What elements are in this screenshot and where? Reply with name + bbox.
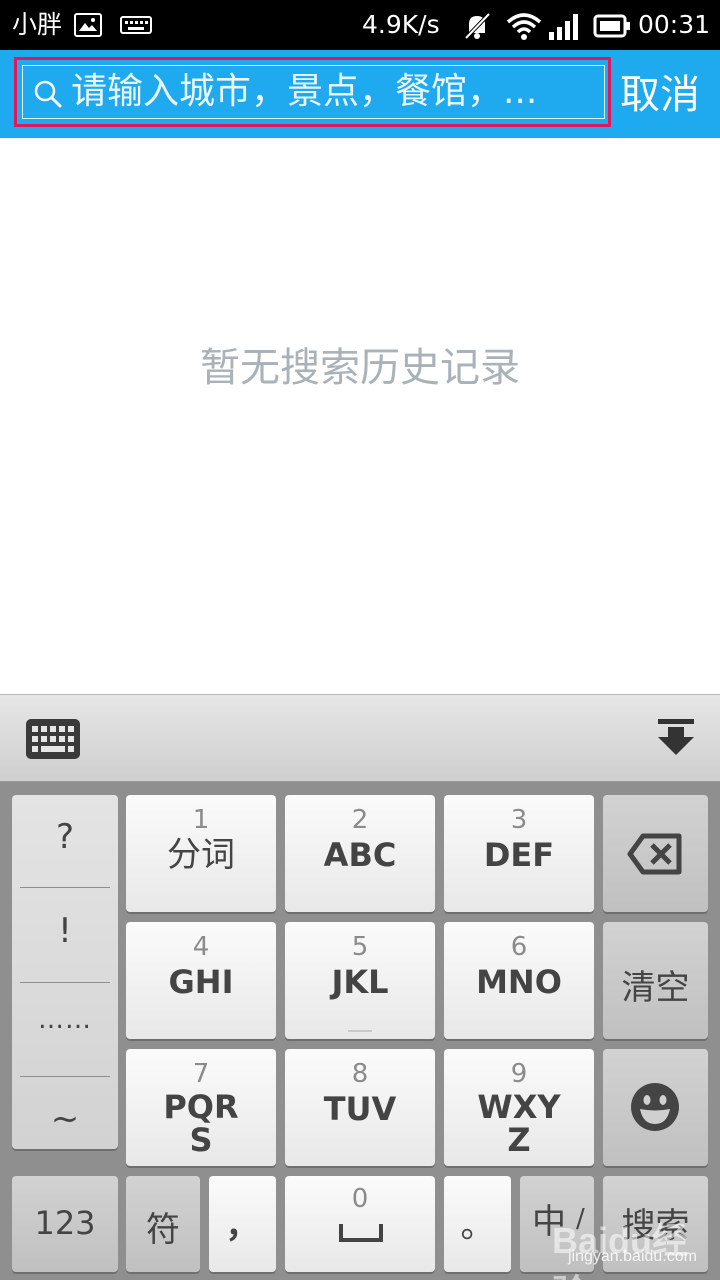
smiley-icon: [631, 1083, 679, 1131]
signal-icon: [549, 14, 578, 40]
battery-icon: [593, 14, 630, 38]
space-key[interactable]: 0: [285, 1176, 435, 1272]
key-number: 5: [351, 932, 369, 962]
backspace-icon: [627, 833, 682, 875]
punct-divider: [20, 1076, 110, 1077]
key-9-wxyz[interactable]: 9 WXY Z: [444, 1049, 594, 1166]
punct-ellipsis-key[interactable]: ……: [12, 1005, 118, 1035]
network-speed: 4.9K/s: [362, 10, 440, 39]
key-label: TUV: [323, 1090, 397, 1128]
key-label: 分词: [167, 835, 235, 875]
comma-key[interactable]: ，: [209, 1176, 276, 1272]
key-3-def[interactable]: 3 DEF: [444, 795, 594, 912]
emoji-key[interactable]: [603, 1049, 708, 1166]
image-icon: [74, 13, 102, 37]
key-label: JKL: [331, 963, 389, 1001]
search-header: 取消: [0, 50, 720, 138]
clear-key[interactable]: 清空: [603, 922, 708, 1039]
backspace-key[interactable]: [603, 795, 708, 912]
keyboard-icon: [120, 16, 152, 34]
key-2-abc[interactable]: 2 ABC: [285, 795, 435, 912]
punct-exclaim-key[interactable]: !: [12, 911, 118, 951]
key-label: GHI: [168, 963, 234, 1001]
search-highlight-frame: [14, 57, 611, 127]
key-number: 1: [192, 805, 210, 835]
search-input[interactable]: [71, 66, 597, 118]
punctuation-column: ? ! …… ~: [12, 795, 118, 1149]
key-label: WXY Z: [477, 1088, 561, 1159]
punct-divider: [20, 982, 110, 983]
key-4-ghi[interactable]: 4 GHI: [126, 922, 276, 1039]
key-number: 9: [510, 1059, 528, 1089]
numeric-mode-label: 123: [34, 1204, 96, 1242]
keyboard: ? ! …… ~ 1 分词 2 ABC 3 DEF 4 GHI 5 JKL 6: [0, 782, 720, 1280]
numeric-mode-key[interactable]: 123: [12, 1176, 118, 1272]
period-key[interactable]: 。: [444, 1176, 511, 1272]
key-number: 4: [192, 932, 210, 962]
key-number: 8: [351, 1059, 369, 1089]
key-7-pqrs[interactable]: 7 PQR S: [126, 1049, 276, 1166]
watermark-logo: Baidu经验: [552, 1220, 689, 1280]
key-6-mno[interactable]: 6 MNO: [444, 922, 594, 1039]
keyboard-switch-icon[interactable]: [26, 719, 80, 759]
status-user-name: 小胖: [12, 10, 63, 39]
key-number: 2: [351, 805, 369, 835]
empty-history-message: 暂无搜索历史记录: [200, 345, 520, 391]
mute-icon: [464, 12, 491, 40]
status-bar: 小胖 4.9K/s 00:31: [0, 0, 720, 50]
key-number: 6: [510, 932, 528, 962]
cancel-button[interactable]: 取消: [620, 68, 700, 122]
search-box[interactable]: [22, 65, 605, 119]
wifi-icon: [506, 13, 542, 40]
punct-divider: [20, 887, 110, 888]
clock: 00:31: [638, 10, 711, 39]
key-label: MNO: [476, 963, 562, 1001]
symbol-key[interactable]: 符: [126, 1176, 200, 1272]
period-key-label: 。: [460, 1206, 495, 1246]
key-1-segment[interactable]: 1 分词: [126, 795, 276, 912]
watermark-url: jingyan.baidu.com: [568, 1248, 697, 1265]
search-icon: [34, 80, 62, 108]
key-label: PQR S: [163, 1088, 239, 1159]
key-5-jkl[interactable]: 5 JKL: [285, 922, 435, 1039]
key-label: ABC: [323, 836, 397, 874]
hide-keyboard-icon[interactable]: [656, 717, 696, 757]
key-8-tuv[interactable]: 8 TUV: [285, 1049, 435, 1166]
key-label: DEF: [483, 836, 555, 874]
keyboard-toolbar: [0, 694, 720, 782]
clear-key-label: 清空: [621, 968, 690, 1008]
symbol-key-label: 符: [146, 1210, 180, 1250]
key-number: 7: [192, 1059, 210, 1089]
comma-key-label: ，: [225, 1206, 260, 1246]
space-key-number: 0: [351, 1184, 369, 1214]
punct-tilde-key[interactable]: ~: [12, 1099, 118, 1139]
punct-question-key[interactable]: ?: [12, 817, 118, 857]
home-key-marker: [348, 1030, 372, 1032]
key-number: 3: [510, 805, 528, 835]
space-icon: [339, 1224, 383, 1242]
